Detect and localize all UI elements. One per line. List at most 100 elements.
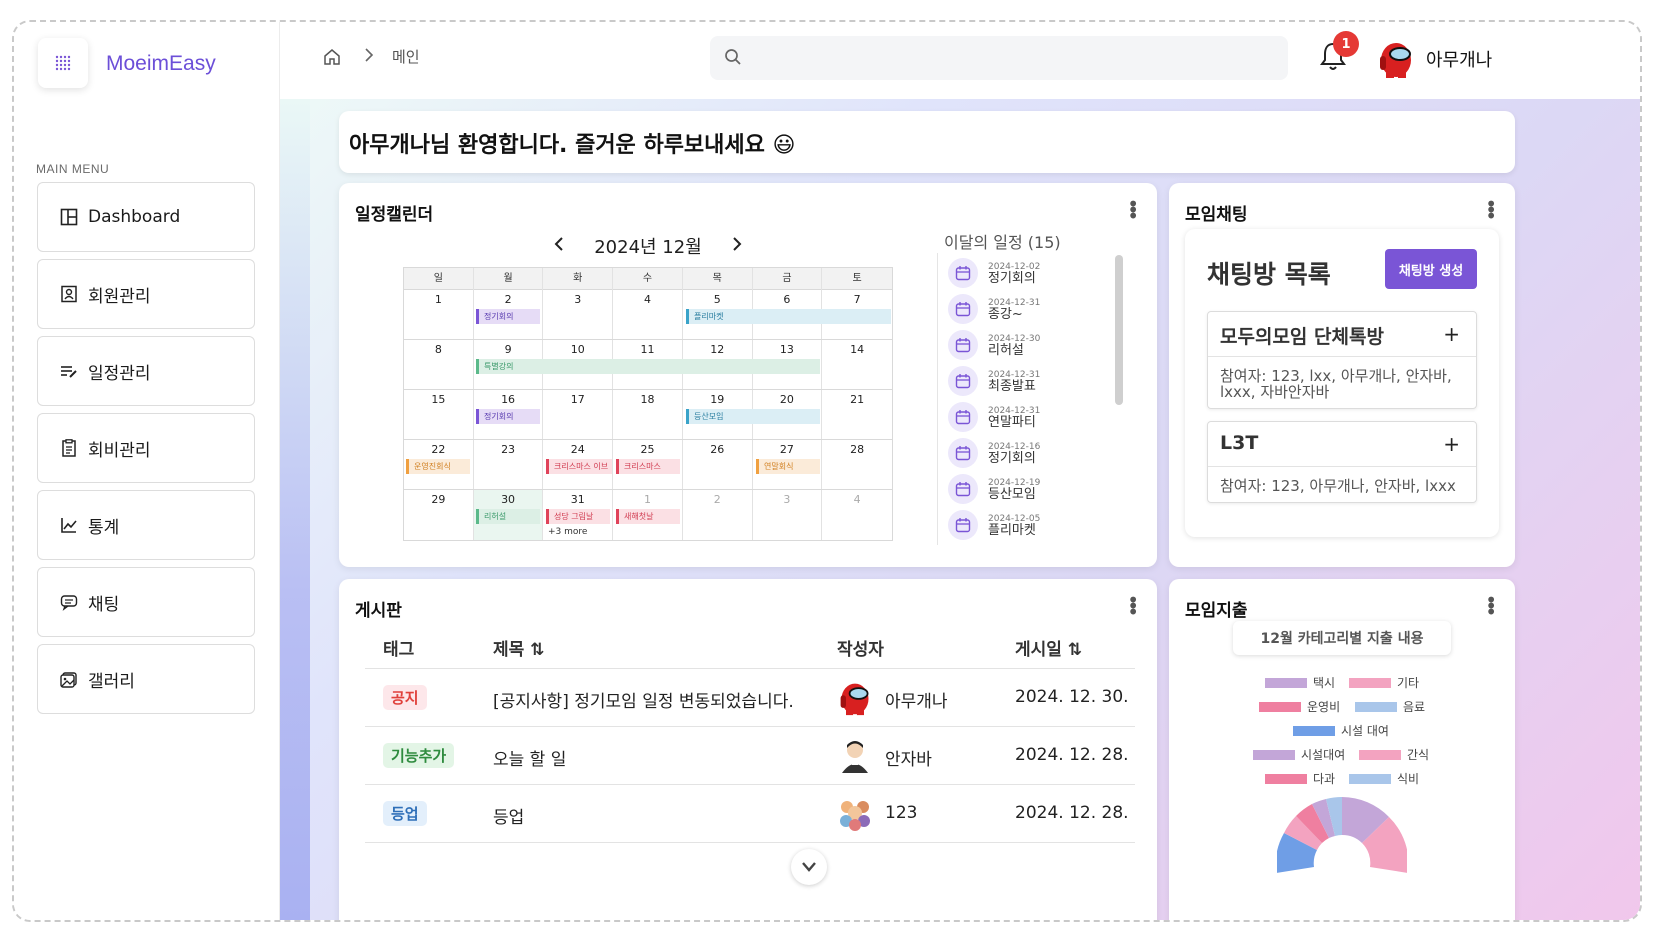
divider bbox=[1208, 466, 1476, 467]
calendar-icon bbox=[948, 402, 978, 432]
calendar-week: 8 9 10 11 12 13 14 특별강의 bbox=[404, 340, 892, 390]
calendar-day[interactable]: 17 bbox=[543, 390, 614, 439]
sidebar-item-gallery[interactable]: 갤러리 bbox=[37, 644, 255, 714]
sidebar-item-schedule[interactable]: 일정관리 bbox=[37, 336, 255, 406]
more-options-icon[interactable]: • • • bbox=[1127, 590, 1139, 622]
column-header-title[interactable]: 제목 ⇅ bbox=[493, 635, 544, 660]
calendar-day[interactable]: 1 bbox=[404, 290, 474, 339]
plus-icon[interactable]: + bbox=[1443, 322, 1460, 346]
calendar-day[interactable]: 26 bbox=[683, 440, 753, 489]
legend-item[interactable]: 간식 bbox=[1359, 746, 1429, 763]
schedule-item[interactable]: 2024-12-31 종강~ bbox=[948, 291, 1040, 327]
logo-grid-icon[interactable] bbox=[38, 38, 88, 88]
calendar-event[interactable]: 성당 그림날 bbox=[546, 509, 610, 524]
legend-item[interactable]: 다과 bbox=[1265, 770, 1335, 787]
schedule-date: 2024-12-31 bbox=[988, 297, 1041, 308]
calendar-day[interactable]: 29 bbox=[404, 490, 474, 540]
app-name[interactable]: MoeimEasy bbox=[106, 52, 216, 76]
legend-item[interactable]: 시설 대여 bbox=[1293, 722, 1389, 739]
user-name[interactable]: 아무개나 bbox=[1426, 46, 1492, 72]
calendar-day[interactable]: 8 bbox=[404, 340, 474, 389]
board-card: 게시판 • • • 태그 제목 ⇅ 작성자 게시일 ⇅ 공지 [공지사항] 정기모임… bbox=[339, 579, 1157, 920]
calendar-event[interactable]: 크리스마스 bbox=[616, 459, 680, 474]
scroll-down-button[interactable] bbox=[791, 849, 827, 885]
sidebar-item-chat[interactable]: 채팅 bbox=[37, 567, 255, 637]
schedule-scrollbar[interactable] bbox=[1115, 255, 1123, 405]
calendar-event[interactable]: 정기회의 bbox=[476, 409, 540, 424]
table-row[interactable]: 공지 [공지사항] 정기모임 일정 변동되었습니다. 아무개나 2024. 12… bbox=[365, 669, 1135, 727]
schedule-name: 정기회의 bbox=[988, 450, 1036, 466]
more-events-link[interactable]: +3 more bbox=[548, 527, 587, 537]
schedule-item[interactable]: 2024-12-30 리허설 bbox=[948, 327, 1040, 363]
search-icon bbox=[725, 49, 741, 65]
calendar-event[interactable]: 등산모임 bbox=[686, 409, 820, 424]
sidebar-item-dashboard[interactable]: Dashboard bbox=[37, 182, 255, 252]
calendar-day[interactable]: 4 bbox=[613, 290, 683, 339]
legend-item[interactable]: 택시 bbox=[1265, 674, 1335, 691]
create-chat-room-button[interactable]: 채팅방 생성 bbox=[1385, 249, 1477, 289]
calendar-event[interactable]: 플리마켓 bbox=[686, 309, 891, 324]
post-title[interactable]: [공지사항] 정기모임 일정 변동되었습니다. bbox=[493, 687, 794, 712]
schedule-item[interactable]: 2024-12-19 등산모임 bbox=[948, 471, 1040, 507]
table-row[interactable]: 등업 등업 123 2024. 12. 28. bbox=[365, 785, 1135, 843]
schedule-date: 2024-12-30 bbox=[988, 333, 1041, 344]
legend-item[interactable]: 기타 bbox=[1349, 674, 1419, 691]
calendar-event[interactable]: 연말회식 bbox=[756, 459, 820, 474]
calendar-event[interactable]: 크리스마스 이브 bbox=[546, 459, 612, 474]
expense-card: 모임지출 • • • 12월 카테고리별 지출 내용 택시 기타 운영비 음료 시설… bbox=[1169, 579, 1515, 920]
calendar-event[interactable]: 새해첫날 bbox=[616, 509, 680, 524]
more-options-icon[interactable]: • • • bbox=[1485, 590, 1497, 622]
chevron-right-icon[interactable] bbox=[731, 236, 743, 257]
legend-label: 식비 bbox=[1397, 772, 1420, 786]
calendar-day[interactable]: 2 bbox=[683, 490, 753, 540]
schedule-item[interactable]: 2024-12-31 연말파티 bbox=[948, 399, 1040, 435]
calendar-week: 22 23 24 25 26 27 28 운영진회식 크리스마스 이브 크리스마… bbox=[404, 440, 892, 490]
breadcrumb-current[interactable]: 메인 bbox=[392, 46, 420, 67]
post-title[interactable]: 오늘 할 일 bbox=[493, 745, 566, 770]
chat-room[interactable]: 모두의모임 단체톡방 + 참여자: 123, lxx, 아무개나, 안자바, l… bbox=[1207, 311, 1477, 409]
more-options-icon[interactable]: • • • bbox=[1485, 194, 1497, 226]
chat-room[interactable]: L3T + 참여자: 123, 아무개나, 안자바, lxxx bbox=[1207, 421, 1477, 503]
sidebar-item-fees[interactable]: 회비관리 bbox=[37, 413, 255, 483]
calendar-icon bbox=[948, 474, 978, 504]
schedule-item[interactable]: 2024-12-05 플리마켓 bbox=[948, 507, 1040, 543]
calendar-day[interactable]: 21 bbox=[822, 390, 892, 439]
column-header-date[interactable]: 게시일 ⇅ bbox=[1015, 635, 1082, 660]
calendar-day[interactable]: 3 bbox=[543, 290, 614, 339]
calendar-event[interactable]: 특별강의 bbox=[476, 359, 820, 374]
search-input[interactable] bbox=[710, 36, 1288, 80]
schedule-name: 종강~ bbox=[988, 306, 1023, 322]
plus-icon[interactable]: + bbox=[1443, 432, 1460, 456]
calendar-event[interactable]: 운영진회식 bbox=[406, 459, 470, 474]
calendar-day[interactable]: 4 bbox=[822, 490, 892, 540]
legend-item[interactable]: 운영비 bbox=[1259, 698, 1340, 715]
expense-donut-chart[interactable] bbox=[1277, 793, 1407, 873]
calendar-icon bbox=[948, 258, 978, 288]
home-icon[interactable] bbox=[322, 47, 342, 67]
calendar-day[interactable]: 18 bbox=[613, 390, 683, 439]
more-options-icon[interactable]: • • • bbox=[1127, 194, 1139, 226]
calendar-event[interactable]: 리허설 bbox=[476, 509, 540, 524]
post-title[interactable]: 등업 bbox=[493, 803, 524, 828]
chat-room-name: 모두의모임 단체톡방 bbox=[1220, 326, 1384, 348]
table-row[interactable]: 기능추가 오늘 할 일 안자바 2024. 12. 28. bbox=[365, 727, 1135, 785]
calendar-day[interactable]: 23 bbox=[474, 440, 544, 489]
calendar-day[interactable]: 15 bbox=[404, 390, 474, 439]
schedule-item[interactable]: 2024-12-31 최종발표 bbox=[948, 363, 1040, 399]
user-avatar[interactable] bbox=[1376, 38, 1416, 84]
legend-item[interactable]: 식비 bbox=[1349, 770, 1419, 787]
schedule-item[interactable]: 2024-12-16 정기회의 bbox=[948, 435, 1040, 471]
sidebar-item-statistics[interactable]: 통계 bbox=[37, 490, 255, 560]
schedule-name: 플리마켓 bbox=[988, 522, 1036, 538]
sidebar-item-members[interactable]: 회원관리 bbox=[37, 259, 255, 329]
calendar-event[interactable]: 정기회의 bbox=[476, 309, 540, 324]
calendar-day[interactable]: 28 bbox=[822, 440, 892, 489]
schedule-item[interactable]: 2024-12-02 정기회의 bbox=[948, 255, 1040, 291]
calendar-day[interactable]: 14 bbox=[822, 340, 892, 389]
legend-item[interactable]: 음료 bbox=[1355, 698, 1425, 715]
calendar-day[interactable]: 3 bbox=[753, 490, 823, 540]
legend-item[interactable]: 시설대여 bbox=[1253, 746, 1345, 763]
post-author: 123 bbox=[885, 803, 918, 823]
chart-icon bbox=[61, 518, 77, 533]
chevron-left-icon[interactable] bbox=[553, 236, 565, 257]
